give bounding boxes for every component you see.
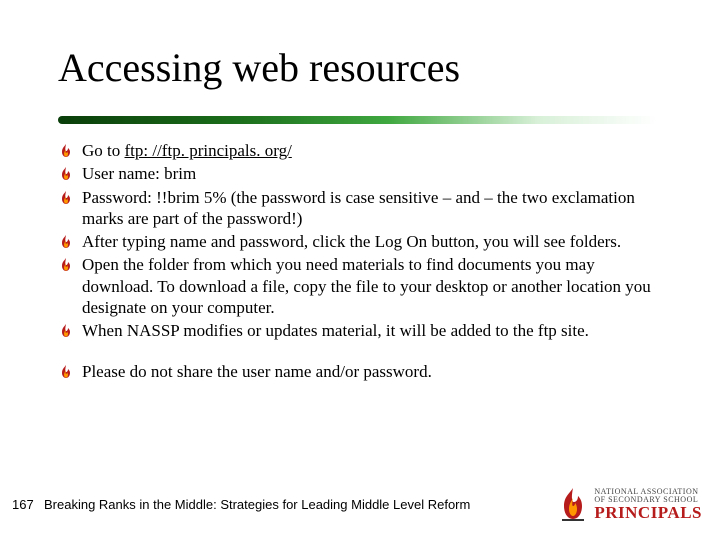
- list-item: After typing name and password, click th…: [58, 231, 658, 252]
- bullet-text: When NASSP modifies or updates material,…: [82, 320, 589, 341]
- warning-text: Please do not share the user name and/or…: [82, 361, 432, 382]
- flame-icon: [58, 234, 76, 250]
- ftp-link[interactable]: ftp: //ftp. principals. org/: [125, 141, 292, 160]
- list-item: Open the folder from which you need mate…: [58, 254, 658, 318]
- flame-icon: [58, 323, 76, 339]
- flame-icon: [58, 166, 76, 182]
- logo-text: NATIONAL ASSOCIATION OF SECONDARY SCHOOL…: [594, 488, 702, 521]
- bullet-pretext: Go to: [82, 141, 125, 160]
- bullet-text: Go to ftp: //ftp. principals. org/: [82, 140, 292, 161]
- list-item: When NASSP modifies or updates material,…: [58, 320, 658, 341]
- bullet-text: After typing name and password, click th…: [82, 231, 621, 252]
- nassp-logo: NATIONAL ASSOCIATION OF SECONDARY SCHOOL…: [558, 486, 702, 522]
- bullet-text: User name: brim: [82, 163, 196, 184]
- list-item: User name: brim: [58, 163, 658, 184]
- footer-text: Breaking Ranks in the Middle: Strategies…: [44, 497, 470, 512]
- slide-title: Accessing web resources: [58, 44, 460, 91]
- flame-icon: [58, 190, 76, 206]
- bullet-text: Password: !!brim 5% (the password is cas…: [82, 187, 658, 230]
- title-divider: [58, 116, 658, 124]
- list-item: Please do not share the user name and/or…: [58, 361, 658, 382]
- flame-icon: [58, 257, 76, 273]
- page-number: 167: [0, 497, 44, 512]
- content-area: Go to ftp: //ftp. principals. org/ User …: [58, 140, 658, 385]
- flame-logo-icon: [558, 486, 588, 522]
- list-item: Password: !!brim 5% (the password is cas…: [58, 187, 658, 230]
- logo-line3: PRINCIPALS: [594, 504, 702, 521]
- list-item: Go to ftp: //ftp. principals. org/: [58, 140, 658, 161]
- flame-icon: [58, 364, 76, 380]
- bullet-text: Open the folder from which you need mate…: [82, 254, 658, 318]
- flame-icon: [58, 143, 76, 159]
